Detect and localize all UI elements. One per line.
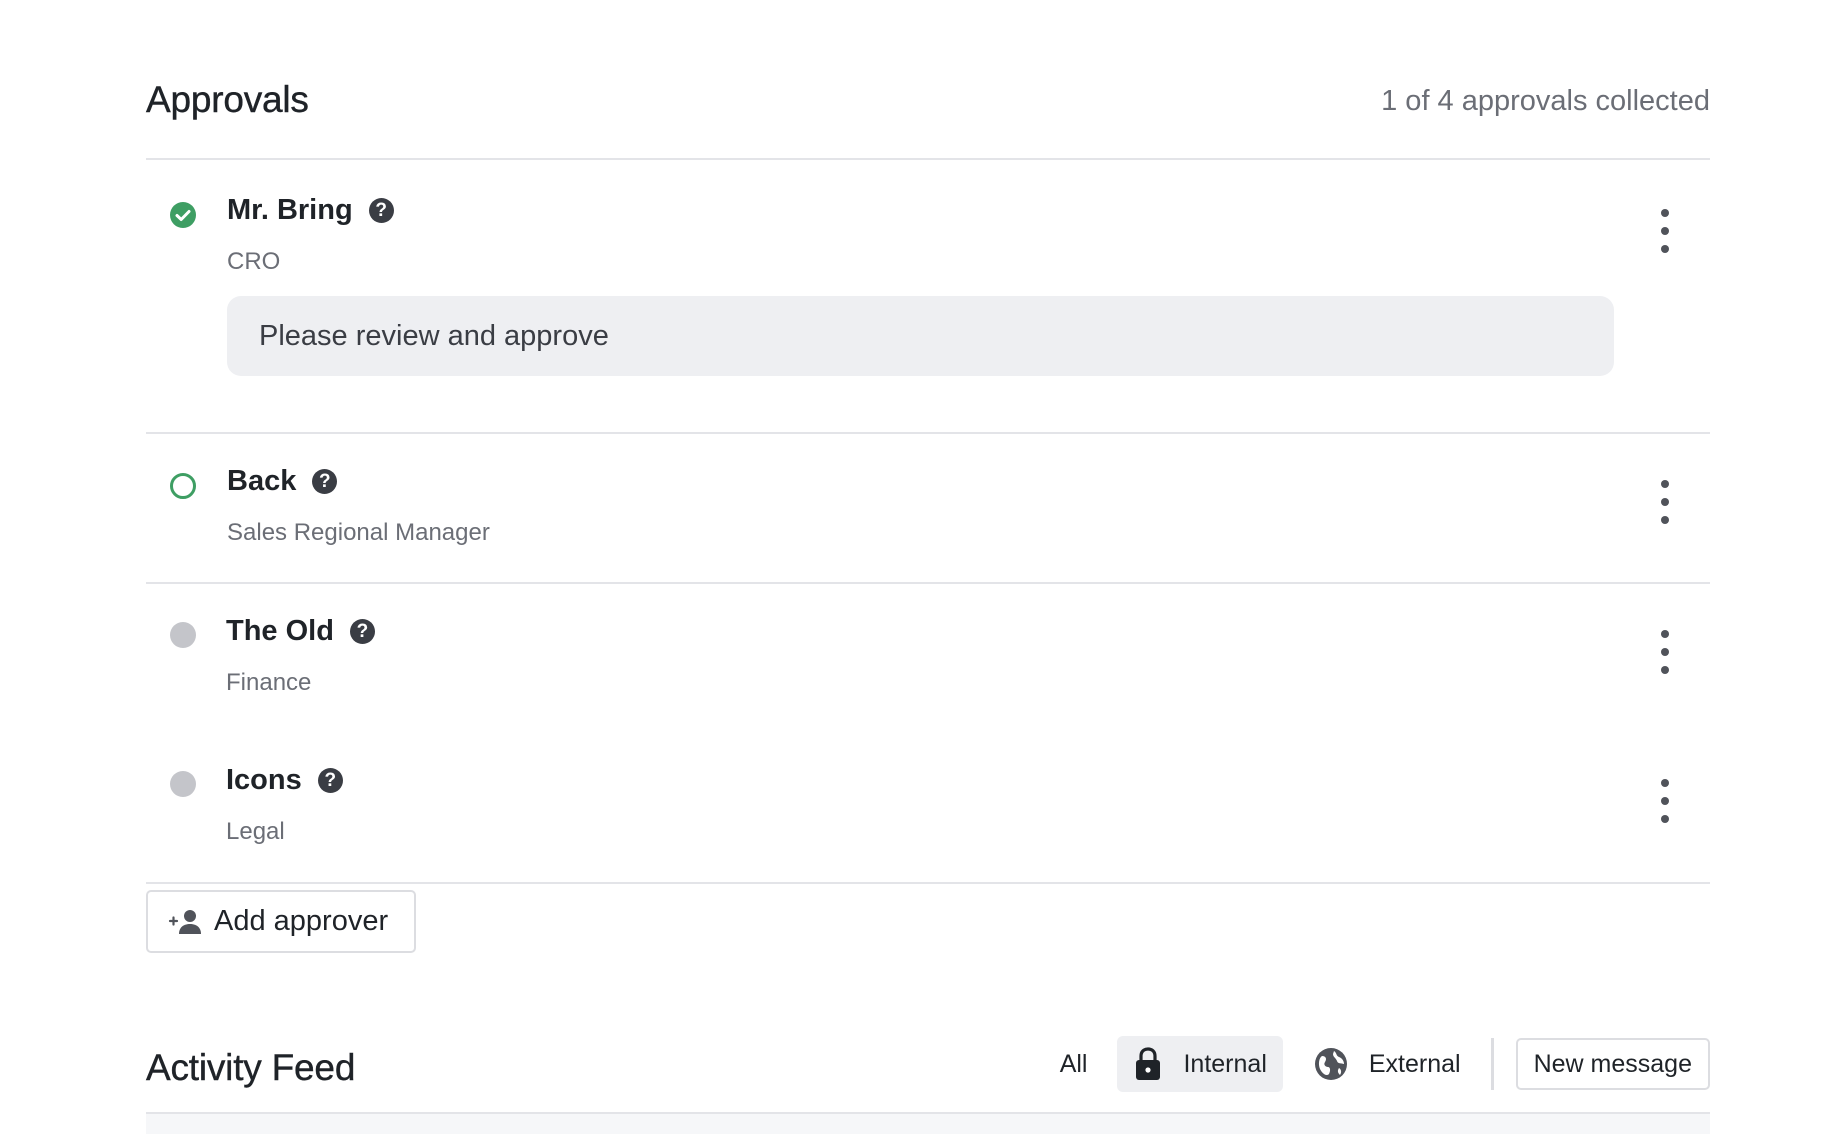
globe-icon <box>1314 1048 1347 1080</box>
help-icon[interactable]: ? <box>312 469 338 494</box>
empty-circle-icon <box>170 473 196 499</box>
help-icon[interactable]: ? <box>317 768 343 793</box>
approver-row: The Old ? Finance <box>146 584 1710 734</box>
approver-name: Icons <box>226 764 302 796</box>
filter-external-label: External <box>1368 1049 1461 1078</box>
more-options-icon[interactable] <box>1650 630 1680 674</box>
approvals-header: Approvals 1 of 4 approvals collected <box>146 68 1710 160</box>
activity-feed-header: Activity Feed All Internal External New … <box>146 1028 1710 1114</box>
filter-internal[interactable]: Internal <box>1117 1036 1283 1092</box>
add-approver-button[interactable]: Add approver <box>146 890 416 953</box>
help-icon[interactable]: ? <box>368 198 394 223</box>
approver-row: Icons ? Legal <box>146 734 1710 884</box>
approver-name-line: Back ? <box>227 465 338 498</box>
filter-divider <box>1490 1038 1494 1090</box>
filter-all[interactable]: All <box>1044 1036 1104 1092</box>
approver-message: Please review and approve <box>227 296 1614 376</box>
new-message-button[interactable]: New message <box>1515 1038 1710 1090</box>
approver-role: CRO <box>227 248 281 275</box>
activity-filters: All Internal External New message <box>1044 1036 1710 1092</box>
approver-name: Back <box>227 465 297 497</box>
lock-icon <box>1136 1047 1161 1080</box>
add-person-icon <box>168 909 201 934</box>
help-icon[interactable]: ? <box>349 619 375 644</box>
approver-name-line: Mr. Bring ? <box>227 194 394 227</box>
approver-row: Back ? Sales Regional Manager <box>146 434 1710 584</box>
activity-feed-content <box>146 1114 1710 1134</box>
check-circle-icon <box>170 202 196 228</box>
grey-dot-icon <box>170 622 196 648</box>
approver-role: Sales Regional Manager <box>227 519 490 546</box>
approver-name-line: Icons ? <box>226 764 343 797</box>
approver-name: Mr. Bring <box>227 194 353 226</box>
add-approver-label: Add approver <box>214 905 389 937</box>
more-options-icon[interactable] <box>1650 480 1680 524</box>
approvals-count: 1 of 4 approvals collected <box>1381 85 1710 117</box>
filter-internal-label: Internal <box>1183 1049 1267 1078</box>
activity-feed-title: Activity Feed <box>146 1047 356 1088</box>
approver-name-line: The Old ? <box>226 615 375 648</box>
filter-all-label: All <box>1059 1049 1088 1078</box>
approvals-title: Approvals <box>146 79 309 120</box>
approver-role: Finance <box>226 669 312 696</box>
grey-dot-icon <box>170 771 196 797</box>
more-options-icon[interactable] <box>1650 209 1680 253</box>
approver-row: Mr. Bring ? CRO Please review and approv… <box>146 162 1710 434</box>
more-options-icon[interactable] <box>1650 779 1680 823</box>
filter-external[interactable]: External <box>1297 1036 1477 1092</box>
page: Approvals 1 of 4 approvals collected Mr.… <box>0 0 1848 1134</box>
approver-role: Legal <box>226 818 285 845</box>
approver-name: The Old <box>226 615 334 647</box>
